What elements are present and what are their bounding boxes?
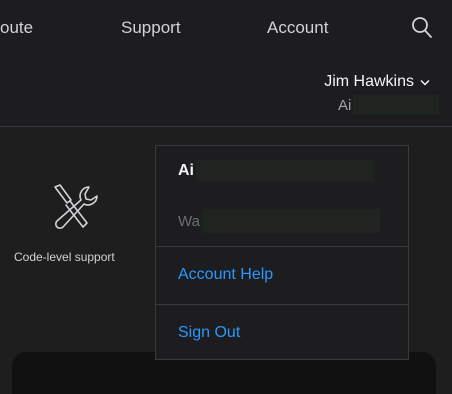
account-header: Jim Hawkins Ai	[0, 60, 452, 127]
account-name: Jim Hawkins	[324, 73, 414, 90]
chevron-down-icon	[420, 79, 430, 86]
app-window: oute Support Account Jim Hawkins Ai Code…	[0, 0, 452, 394]
nav-item-distribute[interactable]: oute	[0, 18, 33, 38]
nav-item-support[interactable]: Support	[121, 18, 181, 38]
account-menu-toggle[interactable]: Jim Hawkins	[324, 73, 430, 91]
user-line-2-prefix: Wa	[178, 212, 200, 230]
sign-out-link[interactable]: Sign Out	[156, 305, 408, 361]
redacted-block	[201, 209, 380, 233]
tools-icon	[54, 184, 98, 230]
account-team-line: Ai	[338, 95, 440, 115]
dropdown-user-line-1: Ai	[156, 152, 408, 190]
dropdown-user-line-2: Wa	[156, 202, 408, 240]
search-icon[interactable]	[411, 16, 433, 40]
account-help-link[interactable]: Account Help	[156, 247, 408, 303]
account-dropdown: Ai Wa Account Help Sign Out	[155, 145, 409, 360]
redacted-block	[353, 95, 440, 115]
top-nav: oute Support Account	[0, 0, 452, 60]
redacted-block	[196, 160, 374, 182]
user-line-1-prefix: Ai	[178, 162, 194, 179]
support-label: Code-level support	[14, 250, 115, 264]
nav-item-account[interactable]: Account	[267, 18, 328, 38]
account-team-prefix: Ai	[338, 96, 352, 114]
